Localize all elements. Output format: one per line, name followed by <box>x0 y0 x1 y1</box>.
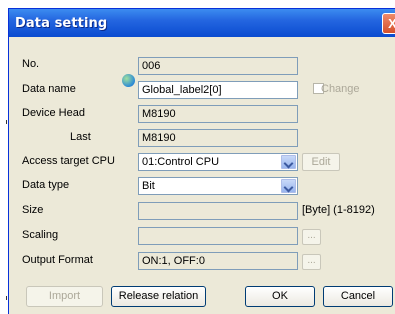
scaling-browse-button[interactable]: ... <box>302 229 321 245</box>
last-label: Last <box>70 131 91 143</box>
access-cpu-label: Access target CPU <box>22 155 115 167</box>
close-icon: X <box>388 16 395 31</box>
data-name-label: Data name <box>22 83 76 95</box>
device-head-label: Device Head <box>22 107 85 119</box>
data-type-label: Data type <box>22 179 70 191</box>
globe-icon <box>122 74 135 87</box>
cancel-button[interactable]: Cancel <box>323 286 393 307</box>
data-type-select[interactable]: Bit <box>138 177 298 195</box>
no-field: 006 <box>138 57 298 75</box>
close-button[interactable]: X <box>382 13 395 34</box>
last-field: M8190 <box>138 129 298 147</box>
size-unit: [Byte] (1-8192) <box>302 204 375 216</box>
size-label: Size <box>22 204 44 216</box>
size-field <box>138 202 298 220</box>
dialog-body: No. 006 Data name Global_label2[0] Chang… <box>9 37 395 314</box>
no-label: No. <box>22 58 40 70</box>
access-cpu-value: 01:Control CPU <box>142 156 220 168</box>
device-head-field: M8190 <box>138 105 298 123</box>
data-setting-dialog: Data setting X No. 006 Data name Global_… <box>8 8 395 314</box>
output-format-field: ON:1, OFF:0 <box>138 252 298 270</box>
title-bar[interactable]: Data setting X <box>9 9 395 37</box>
background-margin <box>0 0 8 314</box>
edit-button[interactable]: Edit <box>302 153 340 171</box>
ok-button[interactable]: OK <box>245 286 315 307</box>
import-button[interactable]: Import <box>26 286 103 307</box>
edge-mark <box>6 120 7 124</box>
output-format-browse-button[interactable]: ... <box>302 254 321 270</box>
chevron-down-icon[interactable] <box>281 179 296 193</box>
chevron-down-icon[interactable] <box>281 155 296 169</box>
change-label: Change <box>321 83 360 95</box>
access-cpu-select[interactable]: 01:Control CPU <box>138 153 298 171</box>
data-type-value: Bit <box>142 180 155 192</box>
output-format-label: Output Format <box>22 254 93 266</box>
release-relation-button[interactable]: Release relation <box>111 286 206 307</box>
dialog-title: Data setting <box>15 16 108 31</box>
data-name-input[interactable]: Global_label2[0] <box>138 81 298 99</box>
scaling-label: Scaling <box>22 229 59 241</box>
scaling-field <box>138 227 298 245</box>
edge-mark <box>6 296 7 300</box>
